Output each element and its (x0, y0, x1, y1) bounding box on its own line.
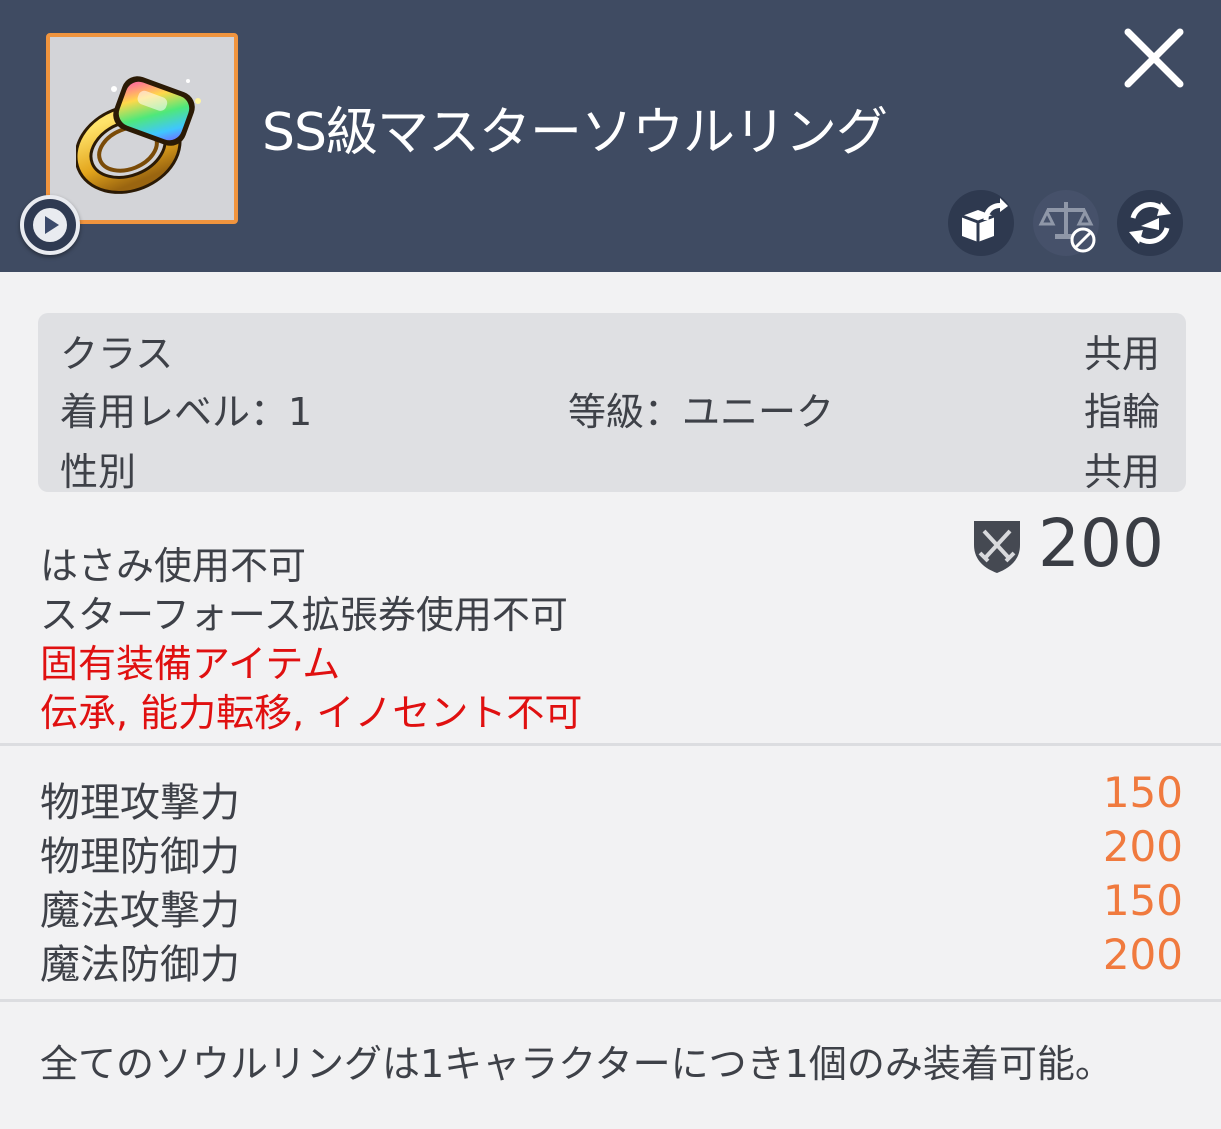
combat-power-value: 200 (1038, 505, 1164, 582)
divider (0, 743, 1221, 746)
share-box-icon (961, 198, 1008, 242)
close-button[interactable] (1118, 22, 1190, 94)
play-icon (33, 208, 67, 242)
close-icon (1124, 28, 1184, 88)
grade-label: 等級：ユニーク (568, 390, 835, 434)
stat-value: 200 (1102, 930, 1183, 979)
stat-value: 200 (1102, 822, 1183, 871)
class-value: 共用 (1083, 332, 1160, 376)
stat-value: 150 (1102, 768, 1183, 817)
class-label: クラス (60, 332, 174, 376)
transfer-icon (1129, 202, 1171, 244)
note-starforce: スターフォース拡張券使用不可 (40, 593, 568, 637)
level-label: 着用レベル：1 (60, 390, 313, 434)
rainbow-gem-ring-icon (76, 76, 201, 194)
trade-disabled-button[interactable] (1033, 190, 1099, 256)
share-button[interactable] (948, 190, 1014, 256)
item-header: SS級マスターソウルリング (0, 0, 1221, 272)
divider (0, 999, 1221, 1002)
stat-value: 150 (1102, 876, 1183, 925)
swords-shield-icon (974, 521, 1020, 573)
stat-name: 物理防御力 (40, 834, 240, 880)
item-icon-frame (46, 33, 238, 224)
trade-disabled-icon (1038, 202, 1096, 253)
item-info-box: クラス 共用 着用レベル：1 等級：ユニーク 指輪 性別 共用 (38, 313, 1186, 494)
preview-play-button[interactable] (20, 195, 80, 255)
stat-name: 物理攻撃力 (40, 780, 240, 826)
item-description: 全てのソウルリングは1キャラクターにつき1個のみ装着可能。 (40, 1042, 1113, 1086)
gender-value: 共用 (1083, 450, 1160, 494)
note-scissors: はさみ使用不可 (40, 544, 307, 588)
transfer-button[interactable] (1117, 190, 1183, 256)
gender-label: 性別 (60, 450, 137, 494)
stat-name: 魔法攻撃力 (40, 888, 240, 934)
stat-name: 魔法防御力 (40, 942, 240, 988)
note-inherit-disabled: 伝承, 能力転移, イノセント不可 (40, 691, 583, 735)
note-unique-equip: 固有装備アイテム (40, 642, 341, 686)
item-type-value: 指輪 (1083, 390, 1160, 434)
item-name: SS級マスターソウルリング (262, 103, 888, 163)
